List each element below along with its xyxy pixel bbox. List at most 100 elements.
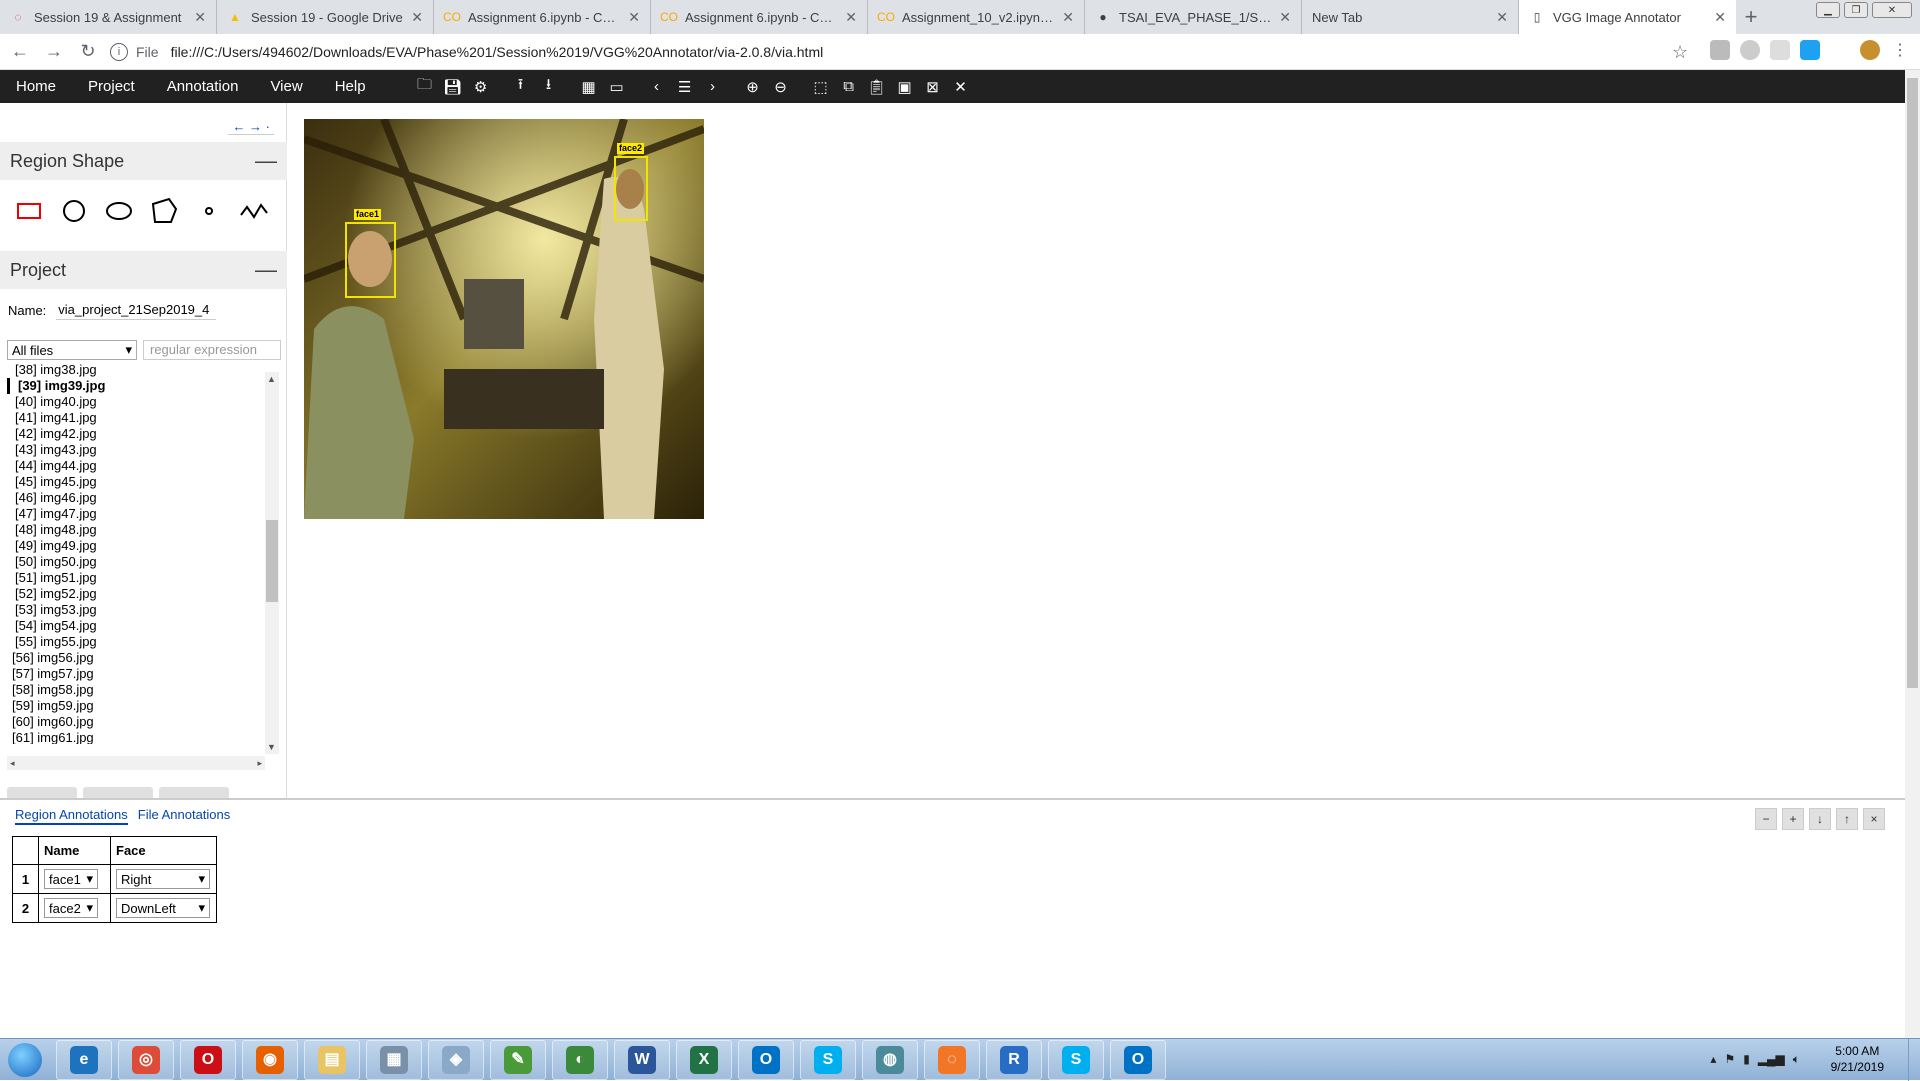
volume-icon[interactable]: 🔈︎: [1793, 1052, 1800, 1067]
file-list-hscrollbar[interactable]: ◂ ▸: [7, 756, 265, 770]
next-image-icon[interactable]: ›: [700, 74, 726, 100]
windows-icon[interactable]: [1800, 40, 1820, 60]
save-icon[interactable]: 💾︎: [440, 74, 466, 100]
back-button[interactable]: ←: [6, 38, 34, 66]
forward-button[interactable]: →: [40, 38, 68, 66]
file-list-item[interactable]: [40] img40.jpg: [7, 394, 265, 410]
taskbar-skype-button[interactable]: S: [1048, 1039, 1104, 1080]
extension-icon[interactable]: [1710, 40, 1730, 60]
region-shape-header[interactable]: Region Shape —: [0, 142, 287, 180]
name-dropdown[interactable]: face2 ▾: [44, 898, 98, 918]
close-window-button[interactable]: ✕: [1872, 2, 1912, 18]
browser-tab-2[interactable]: ▲ Session 19 - Google Drive ✕: [217, 0, 434, 34]
sidebar-nav-arrows[interactable]: ← → ·: [228, 119, 274, 135]
reload-button[interactable]: ↻: [74, 38, 102, 66]
zoom-out-icon[interactable]: ⊖: [768, 74, 794, 100]
rectangle-shape-icon[interactable]: [14, 196, 44, 226]
browser-tab-5[interactable]: CO Assignment_10_v2.ipynb - C ✕: [868, 0, 1085, 34]
info-icon[interactable]: i: [110, 42, 128, 61]
flag-icon[interactable]: ⚑: [1724, 1052, 1735, 1067]
signal-icon[interactable]: ▂▄▆: [1758, 1052, 1785, 1067]
file-list-item[interactable]: [39] img39.jpg: [7, 378, 265, 394]
project-header[interactable]: Project —: [0, 251, 287, 289]
extension-icon[interactable]: [1740, 40, 1760, 60]
file-list-item[interactable]: [44] img44.jpg: [7, 458, 265, 474]
delete-region-icon[interactable]: ⊠: [920, 74, 946, 100]
copy-icon[interactable]: ⧉: [836, 74, 862, 100]
file-list-item[interactable]: [56] img56.jpg: [7, 650, 265, 666]
browser-tab-4[interactable]: CO Assignment 6.ipynb - Colab ✕: [651, 0, 868, 34]
taskbar-network-button[interactable]: ◍: [862, 1039, 918, 1080]
close-tab-icon[interactable]: ✕: [194, 9, 206, 26]
menu-annotation[interactable]: Annotation: [151, 78, 255, 95]
open-folder-icon[interactable]: 🗀: [412, 74, 438, 100]
taskbar-internet-explorer-button[interactable]: e: [56, 1039, 112, 1080]
close-icon[interactable]: ✕: [948, 74, 974, 100]
polygon-shape-icon[interactable]: [149, 196, 179, 226]
select-all-icon[interactable]: ⬚: [808, 74, 834, 100]
download-icon[interactable]: ⭳: [536, 74, 562, 100]
extension-icon[interactable]: [1770, 40, 1790, 60]
file-list-item[interactable]: [51] img51.jpg: [7, 570, 265, 586]
circle-shape-icon[interactable]: [59, 196, 89, 226]
browser-tab-7[interactable]: New Tab ✕: [1302, 0, 1519, 34]
image-canvas[interactable]: face1 face2: [304, 119, 704, 519]
collapse-icon[interactable]: —: [255, 257, 277, 283]
clock[interactable]: 5:00 AM 9/21/2019: [1831, 1043, 1884, 1075]
file-list-item[interactable]: [43] img43.jpg: [7, 442, 265, 458]
paste-multiple-icon[interactable]: ▣: [892, 74, 918, 100]
increase-height-button[interactable]: +: [1782, 808, 1804, 830]
taskbar-outlook-button[interactable]: O: [738, 1039, 794, 1080]
taskbar-notepad-button[interactable]: ◈: [428, 1039, 484, 1080]
file-list-item[interactable]: [52] img52.jpg: [7, 586, 265, 602]
move-down-button[interactable]: ↓: [1809, 808, 1831, 830]
point-shape-icon[interactable]: [194, 196, 224, 226]
name-dropdown[interactable]: face1 ▾: [44, 869, 98, 889]
browser-tab-1[interactable]: ◌ Session 19 & Assignment ✕: [0, 0, 217, 34]
grid-view-icon[interactable]: ▦: [576, 74, 602, 100]
file-list-item[interactable]: [59] img59.jpg: [7, 698, 265, 714]
file-list-item[interactable]: [38] img38.jpg: [7, 362, 265, 378]
file-list-item[interactable]: [48] img48.jpg: [7, 522, 265, 538]
close-editor-button[interactable]: ×: [1863, 808, 1885, 830]
browser-tab-6[interactable]: ●TSAI_EVA_PHASE_1/Session✕: [1085, 0, 1302, 34]
file-list-item[interactable]: [55] img55.jpg: [7, 634, 265, 650]
browser-tab-8[interactable]: ▯ VGG Image Annotator ✕: [1519, 0, 1736, 34]
file-list-item[interactable]: [46] img46.jpg: [7, 490, 265, 506]
project-name-field[interactable]: via_project_21Sep2019_4: [56, 300, 217, 320]
taskbar-r-button[interactable]: R: [986, 1039, 1042, 1080]
decrease-height-button[interactable]: −: [1755, 808, 1777, 830]
taskbar-calculator-button[interactable]: ▦: [366, 1039, 422, 1080]
face-dropdown[interactable]: DownLeft ▾: [116, 898, 210, 918]
region-box-face2[interactable]: [614, 156, 648, 221]
show-desktop-button[interactable]: [1908, 1039, 1920, 1081]
ellipse-shape-icon[interactable]: [104, 196, 134, 226]
menu-help[interactable]: Help: [319, 78, 382, 95]
paste-icon[interactable]: 📋︎: [864, 74, 890, 100]
menu-project[interactable]: Project: [72, 78, 151, 95]
profile-avatar[interactable]: [1860, 40, 1880, 60]
file-list-item[interactable]: [57] img57.jpg: [7, 666, 265, 682]
file-list-scrollbar[interactable]: ▲ ▼: [265, 372, 279, 754]
close-tab-icon[interactable]: ✕: [628, 9, 640, 26]
upload-icon[interactable]: ⭱: [508, 74, 534, 100]
taskbar-excel-button[interactable]: X: [676, 1039, 732, 1080]
file-list-item[interactable]: [53] img53.jpg: [7, 602, 265, 618]
taskbar-jupyter-button[interactable]: ◌: [924, 1039, 980, 1080]
taskbar-green-app-button[interactable]: ◐: [552, 1039, 608, 1080]
list-icon[interactable]: ☰: [672, 74, 698, 100]
menu-icon[interactable]: ⋮: [1890, 40, 1910, 60]
tray-expand-icon[interactable]: ▴: [1710, 1052, 1716, 1067]
browser-tab-3[interactable]: CO Assignment 6.ipynb - Colab ✕: [434, 0, 651, 34]
file-list-item[interactable]: [50] img50.jpg: [7, 554, 265, 570]
region-box-face1[interactable]: [345, 222, 396, 298]
close-tab-icon[interactable]: ✕: [1279, 9, 1291, 26]
file-list-item[interactable]: [41] img41.jpg: [7, 410, 265, 426]
taskbar-file-explorer-button[interactable]: ▤: [304, 1039, 360, 1080]
file-list-item[interactable]: [49] img49.jpg: [7, 538, 265, 554]
start-button[interactable]: [0, 1040, 50, 1080]
taskbar-opera-button[interactable]: O: [180, 1039, 236, 1080]
taskbar-editor-button[interactable]: ✎: [490, 1039, 546, 1080]
zoom-in-icon[interactable]: ⊕: [740, 74, 766, 100]
taskbar-outlook2-button[interactable]: O: [1110, 1039, 1166, 1080]
